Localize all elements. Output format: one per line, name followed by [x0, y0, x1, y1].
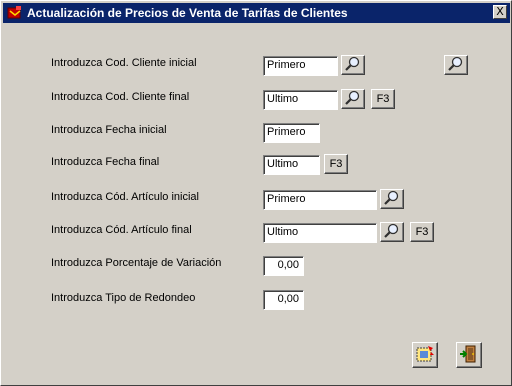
articulo-inicial-input[interactable]: Primero [263, 190, 377, 210]
cliente-inicial-input[interactable]: Primero [263, 56, 338, 76]
exit-door-icon [460, 345, 476, 363]
search-extra-button[interactable] [444, 55, 468, 75]
magnifier-icon [384, 223, 399, 238]
porcentaje-input[interactable]: 0,00 [263, 256, 304, 276]
window-title: Actualización de Precios de Venta de Tar… [27, 6, 348, 20]
magnifier-icon [345, 90, 360, 105]
search-cliente-final-button[interactable] [341, 89, 365, 109]
fecha-inicial-input[interactable]: Primero [263, 123, 320, 143]
search-articulo-final-button[interactable] [380, 222, 404, 242]
app-icon [7, 6, 21, 19]
label-fecha-inicial: Introduzca Fecha inicial [51, 124, 167, 136]
label-fecha-final: Introduzca Fecha final [51, 156, 160, 168]
execute-icon [416, 346, 434, 362]
redondeo-input[interactable]: 0,00 [263, 290, 304, 310]
label-porcentaje: Introduzca Porcentaje de Variación [51, 257, 222, 269]
exit-button[interactable] [456, 342, 482, 368]
f3-fecha-final-button[interactable]: F3 [324, 154, 348, 174]
label-cliente-final: Introduzca Cod. Cliente final [51, 91, 190, 103]
title-bar[interactable]: Actualización de Precios de Venta de Tar… [3, 3, 510, 23]
label-redondeo: Introduzca Tipo de Redondeo [51, 292, 196, 304]
label-articulo-final: Introduzca Cód. Artículo final [51, 224, 192, 236]
label-articulo-inicial: Introduzca Cód. Artículo inicial [51, 191, 199, 203]
f3-cliente-final-button[interactable]: F3 [371, 89, 395, 109]
magnifier-icon [448, 56, 463, 71]
close-button[interactable]: X [493, 5, 507, 19]
execute-button[interactable] [412, 342, 438, 368]
articulo-final-input[interactable]: Ultimo [263, 223, 377, 243]
label-cliente-inicial: Introduzca Cod. Cliente inicial [51, 57, 197, 69]
search-cliente-inicial-button[interactable] [341, 55, 365, 75]
magnifier-icon [345, 56, 360, 71]
fecha-final-input[interactable]: Ultimo [263, 155, 320, 175]
search-articulo-inicial-button[interactable] [380, 189, 404, 209]
cliente-final-input[interactable]: Ultimo [263, 90, 338, 110]
magnifier-icon [384, 190, 399, 205]
f3-articulo-final-button[interactable]: F3 [410, 222, 434, 242]
dialog-window: Actualización de Precios de Venta de Tar… [0, 0, 512, 386]
